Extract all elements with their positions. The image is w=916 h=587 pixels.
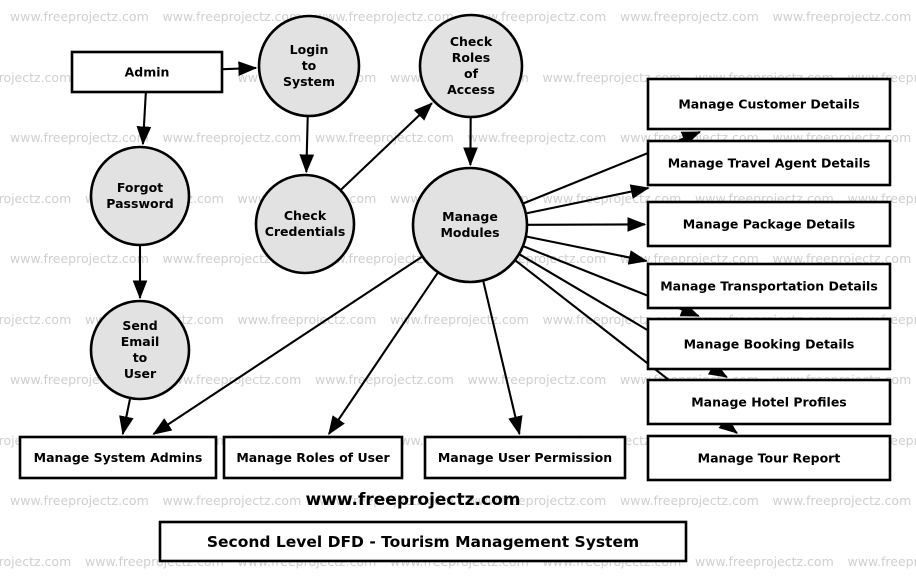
entity-admin[interactable]: Admin — [70, 50, 224, 94]
module-manage-hotel-profiles[interactable]: Manage Hotel Profiles — [646, 378, 892, 426]
site-credit-text: www.freeprojectz.com — [305, 490, 521, 510]
module-manage-roles-of-user[interactable]: Manage Roles of User — [222, 435, 404, 480]
manage-roles-of-user-label: Manage Roles of User — [236, 450, 390, 465]
flow-check-credentials-to-check-roles-of-access — [340, 102, 433, 191]
manage-hotel-profiles-label: Manage Hotel Profiles — [691, 395, 847, 410]
flow-manage-modules-to-manage-transportation-details — [526, 235, 648, 265]
flow-admin-to-forgot-password — [136, 92, 152, 146]
process-send-email-to-user[interactable]: SendEmailtoUser — [89, 299, 191, 401]
manage-package-details-label: Manage Package Details — [683, 217, 855, 232]
manage-booking-details-label: Manage Booking Details — [684, 337, 855, 352]
process-forgot-password[interactable]: ForgotPassword — [89, 145, 191, 247]
module-manage-customer-details[interactable]: Manage Customer Details — [646, 77, 892, 131]
check-roles-of-access-label-line: Check — [450, 34, 493, 49]
manage-modules-label-line: Modules — [440, 225, 499, 240]
forgot-password-label-line: Forgot — [117, 180, 163, 195]
diagram-title-box: Second Level DFD - Tourism Management Sy… — [158, 520, 688, 563]
flow-send-email-to-user-to-manage-system-admins — [119, 398, 134, 436]
flow-admin-to-login-to-system — [222, 61, 258, 76]
check-roles-of-access-label-line: of — [464, 66, 479, 81]
send-email-to-user-label-line: Send — [122, 318, 157, 333]
flow-manage-modules-to-manage-travel-agent-details — [526, 184, 650, 215]
module-manage-booking-details[interactable]: Manage Booking Details — [646, 317, 892, 371]
flow-manage-modules-to-manage-system-admins — [152, 256, 423, 435]
send-email-to-user-label-line: to — [133, 350, 148, 365]
module-manage-package-details[interactable]: Manage Package Details — [646, 200, 892, 248]
manage-system-admins-label: Manage System Admins — [34, 450, 203, 465]
diagram-title-label: Second Level DFD - Tourism Management Sy… — [207, 533, 639, 551]
check-credentials-label-line: Credentials — [265, 224, 346, 239]
dfd-nodes: AdminLogintoSystemCheckRolesofAccessForg… — [18, 13, 892, 563]
check-roles-of-access-label-line: Roles — [452, 50, 490, 65]
check-credentials-label-line: Check — [284, 208, 327, 223]
manage-user-permission-label: Manage User Permission — [438, 450, 612, 465]
manage-modules-label-line: Manage — [442, 209, 498, 224]
send-email-to-user-label-line: User — [124, 366, 157, 381]
dfd-diagram-canvas: www.freeprojectz.com www.freeprojectz.com… — [0, 0, 916, 587]
login-to-system-label-line: to — [302, 58, 317, 73]
manage-customer-details-label: Manage Customer Details — [678, 97, 859, 112]
login-to-system-label-line: System — [283, 74, 335, 89]
forgot-password-label-line: Password — [106, 196, 173, 211]
flow-login-to-system-to-check-credentials — [299, 116, 315, 174]
module-manage-user-permission[interactable]: Manage User Permission — [423, 435, 627, 480]
manage-tour-report-label: Manage Tour Report — [698, 451, 841, 466]
module-manage-travel-agent-details[interactable]: Manage Travel Agent Details — [646, 139, 892, 187]
module-manage-transportation-details[interactable]: Manage Transportation Details — [646, 262, 892, 310]
admin-label: Admin — [125, 65, 170, 80]
module-manage-system-admins[interactable]: Manage System Admins — [18, 435, 218, 480]
module-manage-tour-report[interactable]: Manage Tour Report — [646, 434, 892, 482]
manage-transportation-details-label: Manage Transportation Details — [660, 279, 878, 294]
flow-manage-modules-to-manage-roles-of-user — [327, 272, 439, 436]
process-check-roles-of-access[interactable]: CheckRolesofAccess — [418, 13, 524, 119]
flow-manage-modules-to-manage-user-permission — [482, 281, 523, 436]
manage-travel-agent-details-label: Manage Travel Agent Details — [668, 156, 871, 171]
check-roles-of-access-label-line: Access — [447, 82, 495, 97]
process-login-to-system[interactable]: LogintoSystem — [257, 14, 361, 118]
process-check-credentials[interactable]: CheckCredentials — [254, 173, 356, 275]
send-email-to-user-label-line: Email — [121, 334, 160, 349]
login-to-system-label-line: Login — [290, 42, 329, 57]
process-manage-modules[interactable]: ManageModules — [411, 166, 529, 284]
